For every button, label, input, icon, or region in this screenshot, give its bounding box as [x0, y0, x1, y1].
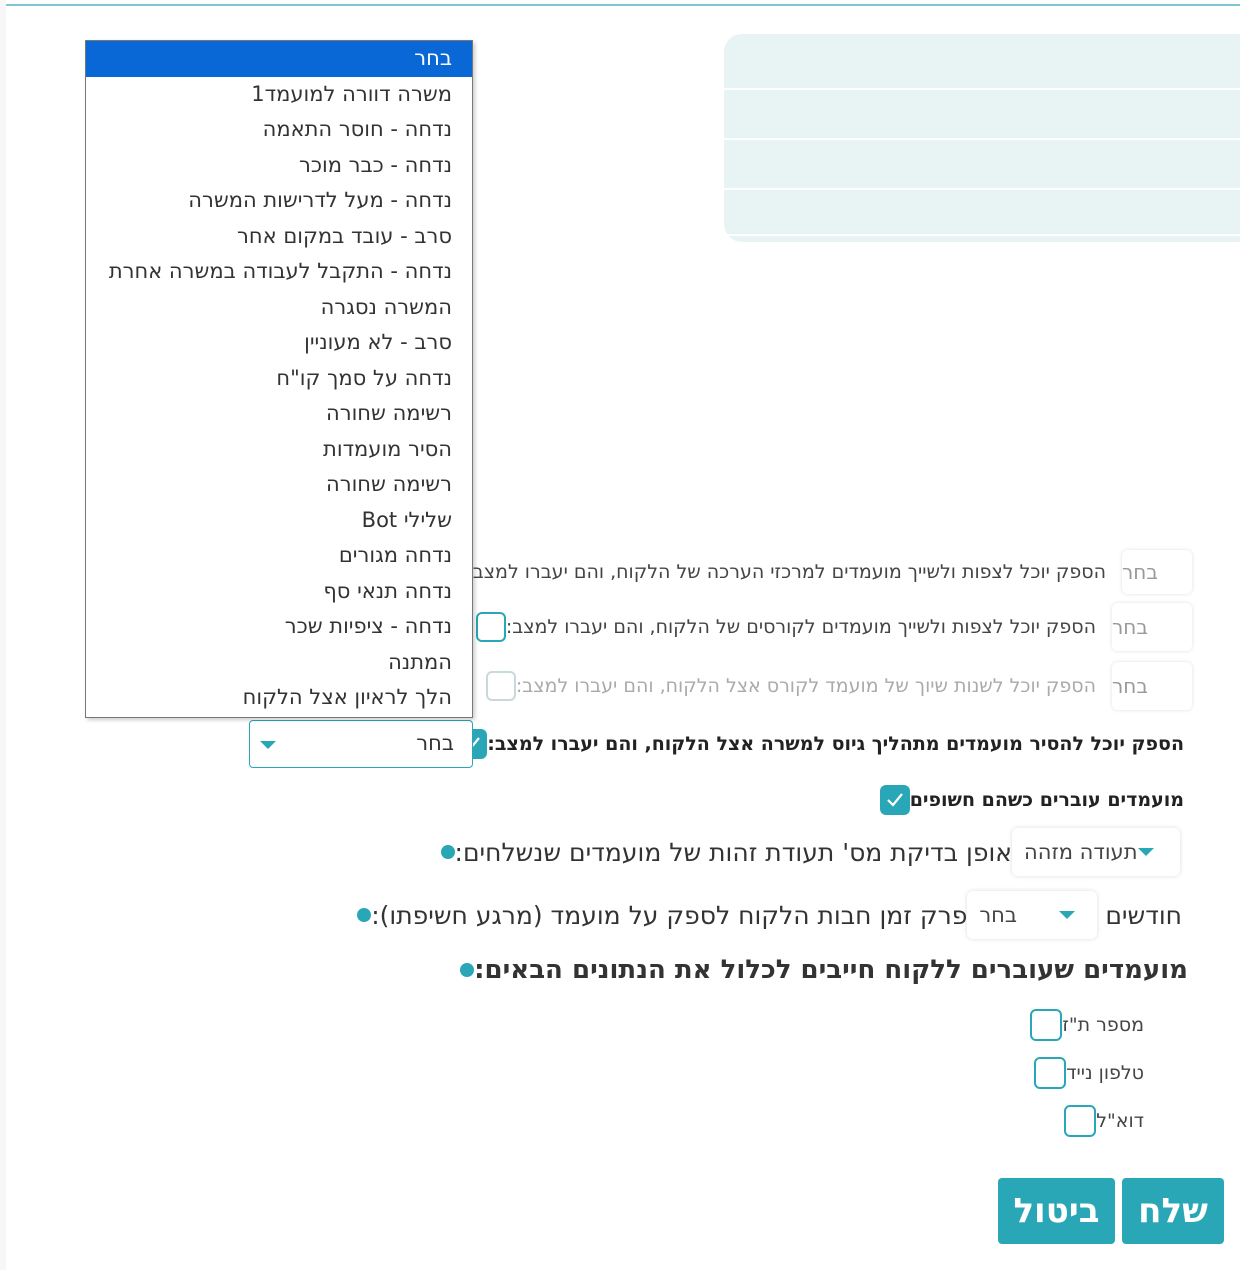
chevron-down-icon: [1059, 911, 1076, 919]
permission-row-courses: הספק יוכל לצפות ולשייך מועמדים לקורסים ש…: [475, 603, 1200, 651]
bullet-icon: [357, 908, 372, 922]
permission-row-remove: הספק יוכל להסיר מועמדים מתהליך גיוס למשר…: [457, 729, 1200, 759]
id-check-select[interactable]: תעודה מזהה: [1012, 828, 1180, 876]
cancel-button[interactable]: ביטול: [998, 1178, 1115, 1244]
id-check-label: אופן בדיקת מס' תעודת זהות של מועמדים שנש…: [454, 837, 1012, 867]
select-value: בחר: [1112, 615, 1148, 639]
required-field-label: דוא"ל: [1096, 1110, 1144, 1132]
dropdown-option[interactable]: הסיר מועמדות: [86, 432, 472, 468]
status-select-assessment[interactable]: בחר: [1122, 550, 1192, 594]
chevron-down-icon: [1137, 848, 1154, 856]
dropdown-option[interactable]: סרב - לא מעוניין: [86, 325, 472, 361]
dropdown-option[interactable]: רשימה שחורה: [86, 396, 472, 432]
status-select-course-change[interactable]: בחר: [1112, 662, 1192, 710]
send-button[interactable]: שלח: [1122, 1178, 1224, 1244]
required-field-mobile: טלפון נייד: [1034, 1057, 1156, 1089]
dropdown-option[interactable]: נדחה - חוסר התאמה: [86, 112, 472, 148]
required-fields-row: מועמדים שעוברים ללקוח חייבים לכלול את הנ…: [442, 955, 1188, 985]
info-panel-divider: [724, 138, 1240, 140]
status-select-remove[interactable]: בחר: [249, 720, 473, 768]
ownership-select[interactable]: בחר: [967, 891, 1098, 939]
chevron-down-icon: [260, 741, 276, 749]
checkmark-icon: [886, 793, 903, 807]
permission-row-assessment: הספק יוכל לצפות ולשייך מועמדים למרכזי הע…: [436, 550, 1200, 594]
dropdown-option[interactable]: המתנה: [86, 645, 472, 681]
required-fields-label: מועמדים שעוברים ללקוח חייבים לכלול את הנ…: [474, 955, 1188, 985]
select-value: תעודה מזהה: [1024, 840, 1138, 864]
info-panel-divider: [724, 88, 1240, 90]
dropdown-option[interactable]: הלך לראיון אצל הלקוח: [86, 680, 472, 716]
dropdown-option[interactable]: סרב - עובד במקום אחר: [86, 219, 472, 255]
required-field-id: מספר ת"ז: [1030, 1009, 1156, 1041]
required-field-label: מספר ת"ז: [1062, 1014, 1144, 1036]
dropdown-option[interactable]: נדחה - כבר מוכר: [86, 148, 472, 184]
status-select-courses[interactable]: בחר: [1112, 603, 1192, 651]
ownership-row: פרק זמן חבות הלקוח לספק על מועמד (מרגע ח…: [347, 891, 1188, 939]
dropdown-option[interactable]: נדחה תנאי סף: [86, 574, 472, 610]
dropdown-option[interactable]: שלילי Bot: [86, 503, 472, 539]
info-panel: [724, 34, 1240, 242]
dropdown-option[interactable]: רשימה שחורה: [86, 467, 472, 503]
ownership-label: פרק זמן חבות הלקוח לספק על מועמד (מרגע ח…: [371, 900, 968, 930]
info-panel-divider: [724, 188, 1240, 190]
required-field-checkbox[interactable]: [1064, 1105, 1097, 1137]
select-value: בחר: [1112, 674, 1148, 698]
dropdown-option[interactable]: נדחה - מעל לדרישות המשרה: [86, 183, 472, 219]
dropdown-option[interactable]: בחר: [86, 41, 472, 77]
required-field-checkbox[interactable]: [1034, 1057, 1067, 1089]
dropdown-option[interactable]: נדחה - ציפיות שכר: [86, 609, 472, 645]
info-panel-divider: [724, 234, 1240, 236]
required-field-label: טלפון נייד: [1066, 1062, 1144, 1084]
permission-label: הספק יוכל לצפות ולשייך מועמדים לקורסים ש…: [505, 616, 1096, 638]
permission-checkbox-course-change[interactable]: [485, 671, 516, 701]
status-dropdown-list: בחר משרה דוורה למועמד1 נדחה - חוסר התאמה…: [85, 40, 473, 718]
permission-label: הספק יוכל להסיר מועמדים מתהליך גיוס למשר…: [487, 733, 1184, 755]
required-field-checkbox[interactable]: [1030, 1009, 1063, 1041]
permission-checkbox-courses[interactable]: [475, 612, 506, 642]
bullet-icon: [440, 845, 455, 859]
permission-label: הספק יוכל לשנות שיוך של מועמד לקורס אצל …: [515, 675, 1096, 697]
dropdown-option[interactable]: נדחה מגורים: [86, 538, 472, 574]
dropdown-option[interactable]: נדחה על סמך קו"ח: [86, 361, 472, 397]
dropdown-option[interactable]: משרה דוורה למועמד1: [86, 77, 472, 113]
ownership-unit: חודשים: [1105, 900, 1182, 930]
id-check-row: אופן בדיקת מס' תעודת זהות של מועמדים שנש…: [431, 828, 1188, 876]
select-value: בחר: [979, 903, 1018, 927]
select-value: בחר: [1122, 560, 1158, 584]
permission-label: הספק יוכל לצפות ולשייך מועמדים למרכזי הע…: [466, 561, 1106, 583]
dropdown-option[interactable]: נדחה - התקבל לעבודה במשרה אחרת: [86, 254, 472, 290]
top-divider: [6, 4, 1240, 6]
permission-row-exposed: מועמדים עוברים כשהם חשופים: [879, 785, 1200, 815]
select-value: בחר: [416, 731, 454, 755]
exposed-label: מועמדים עוברים כשהם חשופים: [909, 789, 1184, 811]
permission-row-course-change: הספק יוכל לשנות שיוך של מועמד לקורס אצל …: [485, 662, 1200, 710]
bullet-icon: [460, 963, 475, 977]
exposed-checkbox[interactable]: [879, 785, 910, 815]
required-field-email: דוא"ל: [1064, 1105, 1156, 1137]
dropdown-option[interactable]: המשרה נסגרה: [86, 290, 472, 326]
